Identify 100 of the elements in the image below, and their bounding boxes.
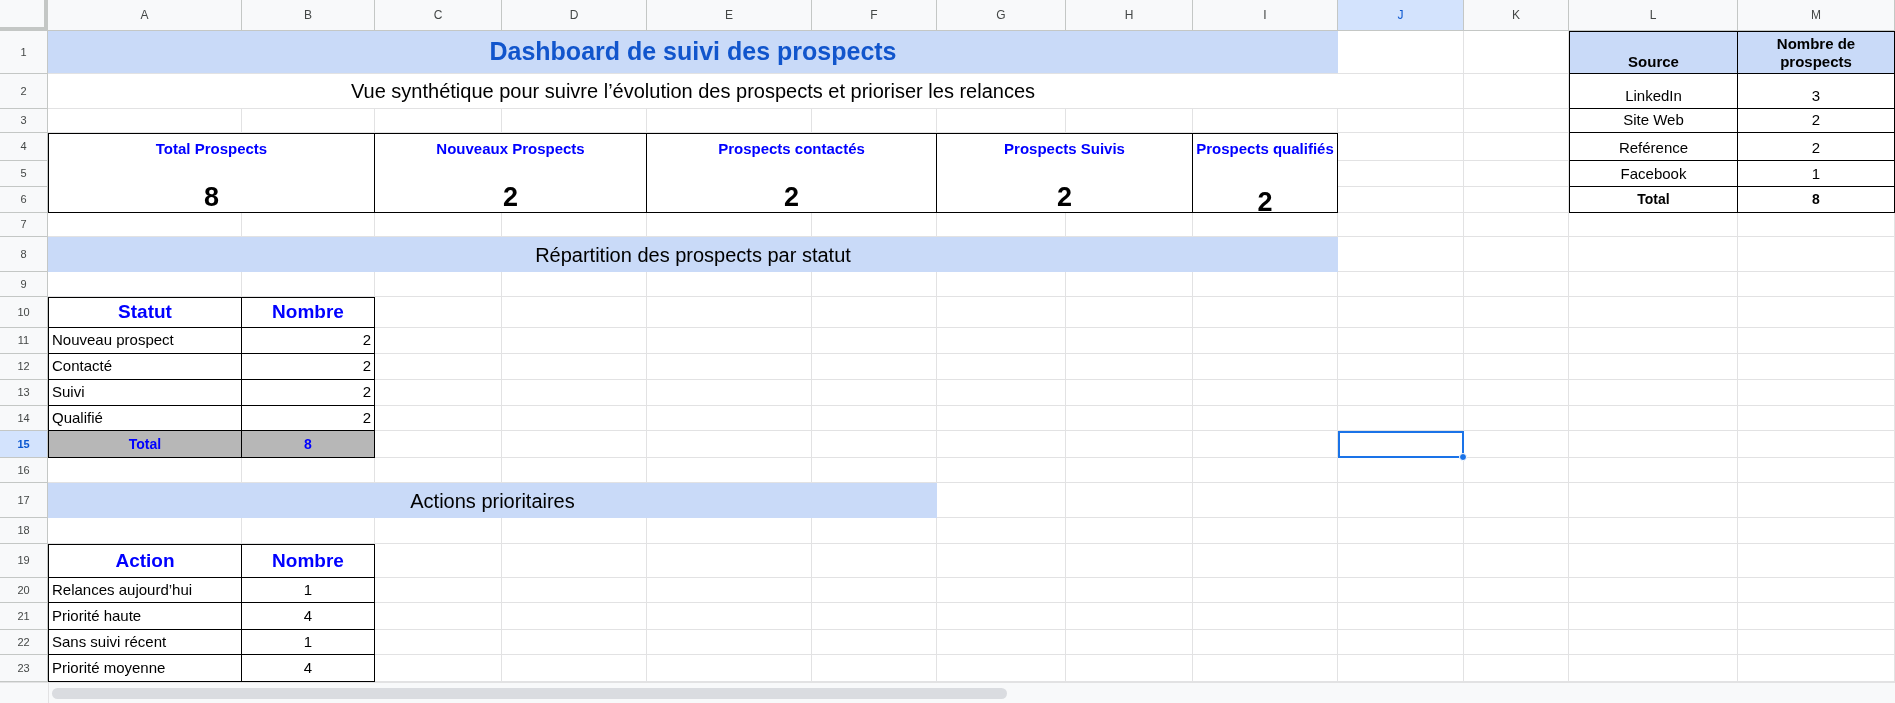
sheet-cell[interactable] [502,406,647,431]
sheet-cell[interactable] [1738,297,1895,328]
sheet-cell[interactable] [812,603,937,630]
sheet-cell[interactable] [1193,578,1338,603]
sheet-cell[interactable] [647,354,812,380]
fill-handle[interactable] [1459,453,1467,461]
sheet-cell[interactable] [1569,458,1738,483]
sheet-cell[interactable] [937,431,1066,458]
sheet-cell[interactable] [1193,328,1338,354]
row-header[interactable]: 14 [0,406,48,431]
sheet-cell[interactable] [1569,483,1738,518]
sheet-cell[interactable] [1338,630,1464,655]
sheet-cell[interactable] [1738,544,1895,578]
sheet-cell[interactable] [1338,578,1464,603]
sheet-cell[interactable] [1066,458,1193,483]
sheet-cell[interactable] [1193,483,1338,518]
sheet-cell[interactable] [1569,630,1738,655]
sheet-cell[interactable] [1569,544,1738,578]
row-header[interactable]: 23 [0,655,48,682]
column-header[interactable]: J [1338,0,1464,31]
sheet-cell[interactable] [812,431,937,458]
sheet-cell[interactable] [1338,109,1464,133]
sheet-cell[interactable] [647,578,812,603]
sheet-cell[interactable] [1193,630,1338,655]
row-header[interactable]: 4 [0,133,48,161]
column-header[interactable]: A [48,0,242,31]
sheet-cell[interactable] [1193,297,1338,328]
sheet-cell[interactable] [1464,630,1569,655]
sheet-cell[interactable] [1066,297,1193,328]
sheet-cell[interactable] [937,406,1066,431]
sheet-cell[interactable] [1464,354,1569,380]
sheet-cell[interactable] [1338,297,1464,328]
sheet-cell[interactable] [937,630,1066,655]
row-header[interactable]: 10 [0,297,48,328]
sheet-cell[interactable] [1569,380,1738,406]
row-header[interactable]: 9 [0,272,48,297]
sheet-cell[interactable] [1338,354,1464,380]
sheet-cell[interactable] [1569,603,1738,630]
sheet-cell[interactable] [1193,458,1338,483]
sheet-cell[interactable] [647,380,812,406]
sheet-cell[interactable] [1464,272,1569,297]
column-header[interactable]: E [647,0,812,31]
row-header[interactable]: 18 [0,518,48,544]
sheet-cell[interactable] [1738,483,1895,518]
sheet-cell[interactable] [937,354,1066,380]
sheet-cell[interactable] [1193,431,1338,458]
sheet-cell[interactable] [1464,431,1569,458]
sheet-cell[interactable] [1338,458,1464,483]
sheet-cell[interactable] [937,297,1066,328]
sheet-cell[interactable] [1738,272,1895,297]
row-header[interactable]: 20 [0,578,48,603]
sheet-cell[interactable] [1569,237,1738,272]
row-header[interactable]: 12 [0,354,48,380]
row-header[interactable]: 15 [0,431,48,458]
horizontal-scrollbar[interactable] [48,682,1895,703]
sheet-cell[interactable] [1338,380,1464,406]
sheet-cell[interactable] [937,380,1066,406]
sheet-cell[interactable] [1738,630,1895,655]
sheet-cell[interactable] [502,354,647,380]
scrollbar-thumb[interactable] [52,687,1007,699]
sheet-cell[interactable] [1193,354,1338,380]
sheet-cell[interactable] [502,297,647,328]
row-header[interactable]: 16 [0,458,48,483]
sheet-cell[interactable] [937,578,1066,603]
column-header[interactable]: F [812,0,937,31]
row-header[interactable]: 11 [0,328,48,354]
sheet-cell[interactable] [812,328,937,354]
sheet-cell[interactable] [1338,544,1464,578]
sheet-cell[interactable] [1066,483,1193,518]
sheet-cell[interactable] [937,518,1066,544]
sheet-cell[interactable] [1193,544,1338,578]
row-header[interactable]: 2 [0,74,48,109]
sheet-cell[interactable] [1338,518,1464,544]
column-header[interactable]: G [937,0,1066,31]
sheet-cell[interactable] [1569,578,1738,603]
sheet-cell[interactable] [1464,297,1569,328]
column-header[interactable]: M [1738,0,1895,31]
row-header[interactable]: 7 [0,213,48,237]
sheet-cell[interactable] [1066,603,1193,630]
sheet-cell[interactable] [1338,328,1464,354]
sheet-cell[interactable] [937,328,1066,354]
sheet-cell[interactable] [1066,328,1193,354]
sheet-cell[interactable] [1066,630,1193,655]
sheet-cell[interactable] [1738,518,1895,544]
sheet-cell[interactable] [1464,406,1569,431]
sheet-cell[interactable] [937,603,1066,630]
sheet-cell[interactable] [1338,213,1464,237]
column-header[interactable]: C [375,0,502,31]
sheet-cell[interactable] [647,431,812,458]
sheet-cell[interactable] [1464,578,1569,603]
row-header[interactable]: 21 [0,603,48,630]
row-header[interactable]: 22 [0,630,48,655]
row-header[interactable]: 3 [0,109,48,133]
sheet-cell[interactable] [1193,406,1338,431]
sheet-cell[interactable] [812,544,937,578]
selected-cell[interactable] [1338,431,1464,458]
sheet-cell[interactable] [1738,431,1895,458]
sheet-cell[interactable] [1569,297,1738,328]
sheet-cell[interactable] [812,380,937,406]
sheet-cell[interactable] [1066,518,1193,544]
